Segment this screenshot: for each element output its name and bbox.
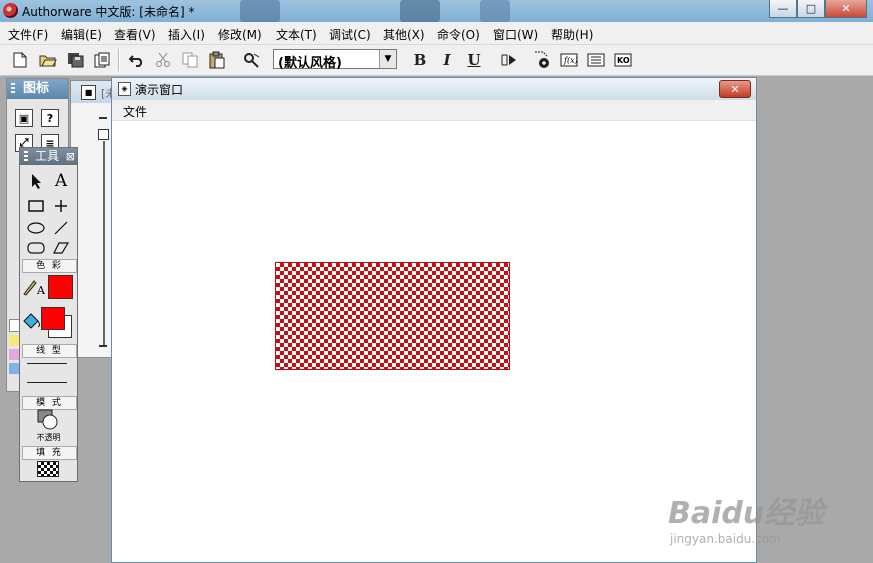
menu-file[interactable]: 文件(F) (8, 26, 48, 43)
close-icon[interactable]: ⊠ (66, 148, 75, 165)
svg-text:A: A (36, 284, 46, 296)
tools-panel: 工具 ⊠ A 色 彩 A 线 型 模 式 不透明 填 充 (19, 147, 78, 482)
functions-icon[interactable]: f(x) (559, 50, 579, 70)
window-controls: — □ ✕ (769, 0, 867, 18)
italic-button[interactable]: I (437, 50, 457, 70)
menu-insert[interactable]: 插入(I) (168, 26, 205, 43)
background-decoration (400, 0, 440, 22)
line-style-arrow[interactable] (27, 382, 67, 383)
menu-view[interactable]: 查看(V) (114, 26, 156, 43)
rounded-rectangle-tool-icon[interactable] (25, 238, 47, 258)
menu-command[interactable]: 命令(O) (437, 26, 480, 43)
background-decoration (480, 0, 510, 22)
display-icon[interactable]: ▣ (15, 109, 33, 127)
line-style-thin[interactable] (27, 363, 67, 364)
fill-bucket-icon[interactable] (21, 311, 43, 331)
new-file-icon[interactable] (10, 50, 30, 70)
save-all-icon[interactable] (66, 50, 86, 70)
paste-icon[interactable] (207, 50, 227, 70)
drag-grip-icon[interactable] (11, 83, 15, 95)
presentation-window: ◈ 演示窗口 ✕ 文件 (111, 77, 757, 563)
checker-fill-pattern-icon[interactable] (37, 461, 59, 477)
authorware-logo-icon (3, 3, 18, 18)
presentation-close-button[interactable]: ✕ (719, 80, 751, 98)
chevron-down-icon[interactable]: ▼ (379, 50, 396, 68)
bold-button[interactable]: B (410, 50, 430, 70)
mode-value: 不透明 (36, 433, 61, 442)
watermark-brand: Baidu经验 (668, 496, 825, 531)
text-color-swatch[interactable] (48, 275, 73, 299)
decision-icon[interactable]: ? (41, 109, 59, 127)
control-panel-icon[interactable] (532, 50, 552, 70)
icon-palette-title: 图标 (23, 81, 50, 96)
menu-window[interactable]: 窗口(W) (493, 26, 538, 43)
svg-text:KO: KO (617, 56, 630, 65)
open-folder-icon[interactable] (38, 50, 58, 70)
straight-line-tool-icon[interactable] (50, 196, 72, 216)
cut-icon[interactable] (153, 50, 173, 70)
text-style-select[interactable]: (默认风格) ▼ (273, 49, 397, 71)
diagonal-line-tool-icon[interactable] (50, 218, 72, 238)
baidu-watermark: Baidu经验 jingyan.baidu.com (668, 488, 824, 546)
title-bar: Authorware 中文版: [未命名] * — □ ✕ (0, 0, 873, 22)
menu-extras[interactable]: 其他(X) (383, 26, 425, 43)
line-style-section-label: 线 型 (22, 344, 77, 358)
close-button[interactable]: ✕ (825, 0, 867, 18)
foreground-color-swatch[interactable] (41, 307, 65, 330)
text-color-pencil-icon[interactable]: A (21, 277, 47, 297)
ellipse-tool-icon[interactable] (25, 218, 47, 238)
icon-palette-header: 图标 (7, 79, 68, 99)
fill-section-label: 填 充 (22, 446, 77, 460)
menu-bar: 文件(F) 编辑(E) 查看(V) 插入(I) 修改(M) 文本(T) 调试(C… (0, 22, 873, 45)
polygon-tool-icon[interactable] (50, 238, 72, 258)
presentation-menu-bar: 文件 (112, 100, 756, 121)
tools-panel-header: 工具 ⊠ (20, 148, 77, 165)
background-decoration (240, 0, 280, 22)
toolbar-separator (118, 49, 120, 71)
svg-text:f(x): f(x) (563, 56, 578, 65)
minimize-button[interactable]: — (769, 0, 797, 18)
menu-modify[interactable]: 修改(M) (218, 26, 262, 43)
copy-icon[interactable] (180, 50, 200, 70)
checkered-rectangle-shape[interactable] (275, 262, 510, 370)
knowledge-objects-icon[interactable]: KO (613, 50, 633, 70)
toolbar: (默认风格) ▼ B I U f(x) KO (0, 45, 873, 76)
menu-debug[interactable]: 调试(C) (329, 26, 371, 43)
flowline-icon[interactable] (98, 129, 109, 140)
watermark-url: jingyan.baidu.com (670, 532, 781, 546)
rectangle-tool-icon[interactable] (25, 196, 47, 216)
text-style-value: (默认风格) (278, 56, 342, 71)
flowline-start-icon (99, 117, 107, 127)
maximize-button[interactable]: □ (797, 0, 825, 18)
tools-panel-title: 工具 (35, 149, 60, 163)
colors-section-label: 色 彩 (22, 259, 77, 273)
import-icon[interactable] (92, 50, 112, 70)
opaque-mode-icon[interactable] (34, 408, 62, 430)
flowline (103, 141, 105, 346)
variables-icon[interactable] (586, 50, 606, 70)
presentation-menu-file[interactable]: 文件 (123, 103, 147, 120)
flowline-end-icon (99, 345, 107, 347)
pointer-tool-icon[interactable] (25, 171, 47, 191)
underline-button[interactable]: U (464, 50, 484, 70)
drag-grip-icon[interactable] (24, 151, 28, 163)
undo-icon[interactable] (127, 50, 147, 70)
presentation-window-title: 演示窗口 (135, 83, 184, 97)
flowline-window-icon: ■ (81, 85, 96, 100)
run-icon[interactable] (499, 50, 519, 70)
window-title: Authorware 中文版: [未命名] * (22, 5, 195, 19)
text-tool-icon[interactable]: A (50, 171, 72, 191)
menu-help[interactable]: 帮助(H) (551, 26, 593, 43)
presentation-window-icon: ◈ (118, 82, 131, 96)
menu-edit[interactable]: 编辑(E) (61, 26, 102, 43)
find-icon[interactable] (242, 50, 262, 70)
menu-text[interactable]: 文本(T) (276, 26, 317, 43)
presentation-window-header: ◈ 演示窗口 ✕ (112, 78, 756, 100)
